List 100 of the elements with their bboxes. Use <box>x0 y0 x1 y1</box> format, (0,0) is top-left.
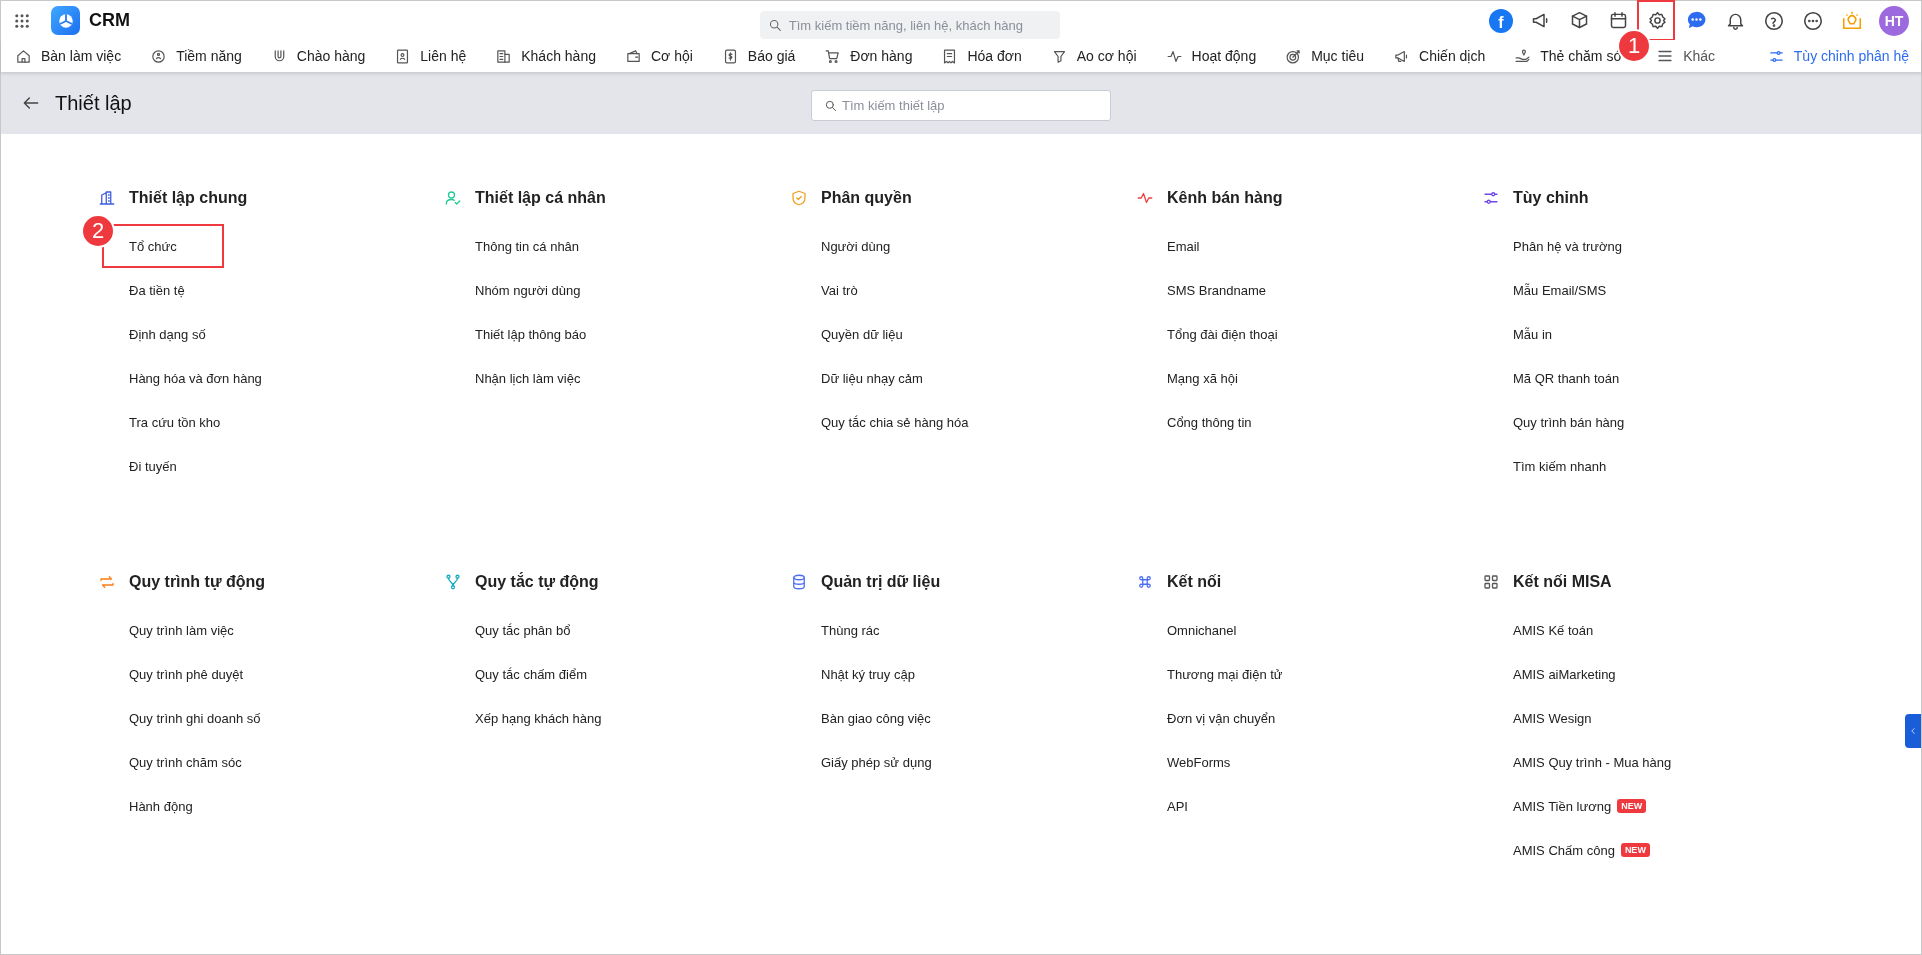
settings-link[interactable]: Tìm kiếm nhanh <box>1513 458 1607 474</box>
settings-search-box[interactable]: Tìm kiếm thiết lập <box>811 90 1111 122</box>
wallet-icon <box>624 47 642 65</box>
settings-link[interactable]: AMIS Kế toán <box>1513 622 1594 638</box>
settings-link[interactable]: Xếp hạng khách hàng <box>475 710 602 726</box>
hand-icon <box>1514 47 1532 65</box>
nav-tab[interactable]: Chiến dịch <box>1393 47 1486 65</box>
settings-link[interactable]: Giấy phép sử dụng <box>821 754 932 770</box>
repeat-icon <box>98 573 116 591</box>
settings-link[interactable]: Tổng đài điện thoại <box>1167 326 1278 342</box>
nav-tab[interactable]: Hóa đơn <box>941 47 1022 65</box>
nav-tab[interactable]: Mục tiêu <box>1285 47 1365 65</box>
command-icon <box>1136 573 1154 591</box>
user-avatar[interactable]: HT <box>1879 5 1909 36</box>
building-icon <box>495 47 513 65</box>
settings-link[interactable]: Đơn vị vận chuyển <box>1167 710 1276 726</box>
search-icon <box>768 17 783 33</box>
settings-link[interactable]: Thương mại điện tử <box>1167 666 1283 682</box>
nav-tab[interactable]: Hoạt động <box>1165 47 1257 65</box>
nav-tab[interactable]: Tiềm năng <box>150 47 242 65</box>
settings-link[interactable]: Vai trò <box>821 282 858 298</box>
settings-link[interactable]: Quy trình ghi doanh số <box>129 710 261 726</box>
nav-tab[interactable]: Bàn làm việc <box>15 47 122 65</box>
app-logo <box>51 6 80 36</box>
sliders-icon <box>1482 189 1500 207</box>
customize-modules-link[interactable]: Tùy chỉnh phân hệ <box>1767 47 1909 65</box>
branch-icon <box>444 573 462 591</box>
lightbulb-icon <box>1841 9 1863 32</box>
nav-tab[interactable]: Ao cơ hội <box>1050 47 1137 65</box>
global-search-field[interactable]: Tìm kiếm tiềm năng, liên hệ, khách hàng <box>788 17 1060 33</box>
settings-link[interactable]: Quy trình phê duyệt <box>129 666 244 682</box>
social-icon[interactable]: f <box>1489 8 1513 33</box>
settings-link[interactable]: Thiết lập thông báo <box>475 326 587 342</box>
settings-link[interactable]: Đi tuyến <box>129 458 177 474</box>
settings-link[interactable]: AMIS Chấm công <box>1513 842 1615 858</box>
settings-link[interactable]: AMIS aiMarketing <box>1513 666 1616 682</box>
settings-link[interactable]: Nhật ký truy cập <box>821 666 915 682</box>
settings-link[interactable]: Quy tắc chia sẻ hàng hóa <box>821 414 969 430</box>
nav-tab[interactable]: Chào hàng <box>270 47 366 65</box>
settings-link[interactable]: AMIS Quy trình - Mua hàng <box>1513 754 1672 770</box>
settings-link[interactable]: Nhận lịch làm việc <box>475 370 581 386</box>
settings-link[interactable]: Quy trình bán hàng <box>1513 414 1625 430</box>
settings-link[interactable]: Omnichanel <box>1167 622 1237 638</box>
global-search-box[interactable]: Tìm kiếm tiềm năng, liên hệ, khách hàng <box>760 11 1060 39</box>
settings-link[interactable]: Tra cứu tồn kho <box>129 414 221 430</box>
section-title: Kết nối <box>1167 573 1222 591</box>
page-title: Thiết lập <box>55 91 132 115</box>
section-title: Quy tắc tự động <box>475 573 599 591</box>
settings-link[interactable]: AMIS Tiền lương <box>1513 798 1612 814</box>
settings-link[interactable]: Định dạng số <box>129 326 206 342</box>
settings-link[interactable]: Quyền dữ liệu <box>821 326 903 342</box>
nav-tab[interactable]: Báo giá <box>721 47 796 65</box>
settings-link[interactable]: Mẫu Email/SMS <box>1513 282 1607 298</box>
settings-link[interactable]: Quy tắc phân bổ <box>475 622 571 638</box>
settings-link[interactable]: Email <box>1167 238 1200 254</box>
target-icon <box>1285 47 1303 65</box>
shield-check-icon <box>790 189 808 207</box>
settings-link[interactable]: WebForms <box>1167 754 1231 770</box>
settings-link[interactable]: Cổng thông tin <box>1167 414 1252 430</box>
step-marker: 2 <box>81 214 115 248</box>
nav-tab[interactable]: Thẻ chăm só <box>1514 47 1622 65</box>
settings-link[interactable]: Hành động <box>129 798 193 814</box>
section-title: Kết nối MISA <box>1513 573 1612 591</box>
settings-link[interactable]: Hàng hóa và đơn hàng <box>129 370 262 386</box>
settings-link[interactable]: Mạng xã hội <box>1167 370 1238 386</box>
settings-link[interactable]: Nhóm người dùng <box>475 282 581 298</box>
house-icon <box>15 47 32 65</box>
settings-link[interactable]: SMS Brandname <box>1167 282 1266 298</box>
settings-link[interactable]: Đa tiền tệ <box>129 282 185 298</box>
nav-tab[interactable]: Liên hệ <box>394 47 467 65</box>
settings-icon <box>1646 10 1668 32</box>
settings-link[interactable]: Thông tin cá nhân <box>475 238 580 254</box>
settings-link[interactable]: Quy trình chăm sóc <box>129 754 242 770</box>
smiley-icon <box>150 47 168 65</box>
settings-link[interactable]: Bàn giao công việc <box>821 710 931 726</box>
settings-link[interactable]: Người dùng <box>821 238 891 254</box>
section-title: Thiết lập cá nhân <box>475 189 606 207</box>
settings-link[interactable]: Mã QR thanh toán <box>1513 370 1620 386</box>
person-check-icon <box>444 189 462 207</box>
more-menu[interactable]: Khác <box>1656 47 1716 66</box>
settings-link[interactable]: Quy tắc chấm điểm <box>475 666 587 682</box>
database-icon <box>790 573 808 591</box>
nav-tab[interactable]: Đơn hàng <box>824 47 913 65</box>
settings-link[interactable]: API <box>1167 798 1188 814</box>
settings-link[interactable]: AMIS Wesign <box>1513 710 1592 726</box>
settings-link[interactable]: Phân hệ và trường <box>1513 238 1622 254</box>
nav-tab[interactable]: Khách hàng <box>495 47 596 65</box>
new-badge: NEW <box>1617 799 1647 813</box>
new-badge: NEW <box>1620 843 1650 857</box>
search-icon <box>824 98 838 113</box>
settings-link[interactable]: Dữ liệu nhạy cảm <box>821 370 923 386</box>
app-name: CRM <box>89 10 130 32</box>
settings-link[interactable]: Tổ chức <box>129 238 177 254</box>
nav-tab[interactable]: Cơ hội <box>624 47 693 65</box>
settings-link[interactable]: Quy trình làm việc <box>129 622 234 638</box>
cart-icon <box>824 47 842 65</box>
settings-link[interactable]: Thùng rác <box>821 622 880 638</box>
grid-icon <box>1482 573 1500 591</box>
apps-grid-icon <box>13 11 31 30</box>
settings-link[interactable]: Mẫu in <box>1513 326 1553 342</box>
